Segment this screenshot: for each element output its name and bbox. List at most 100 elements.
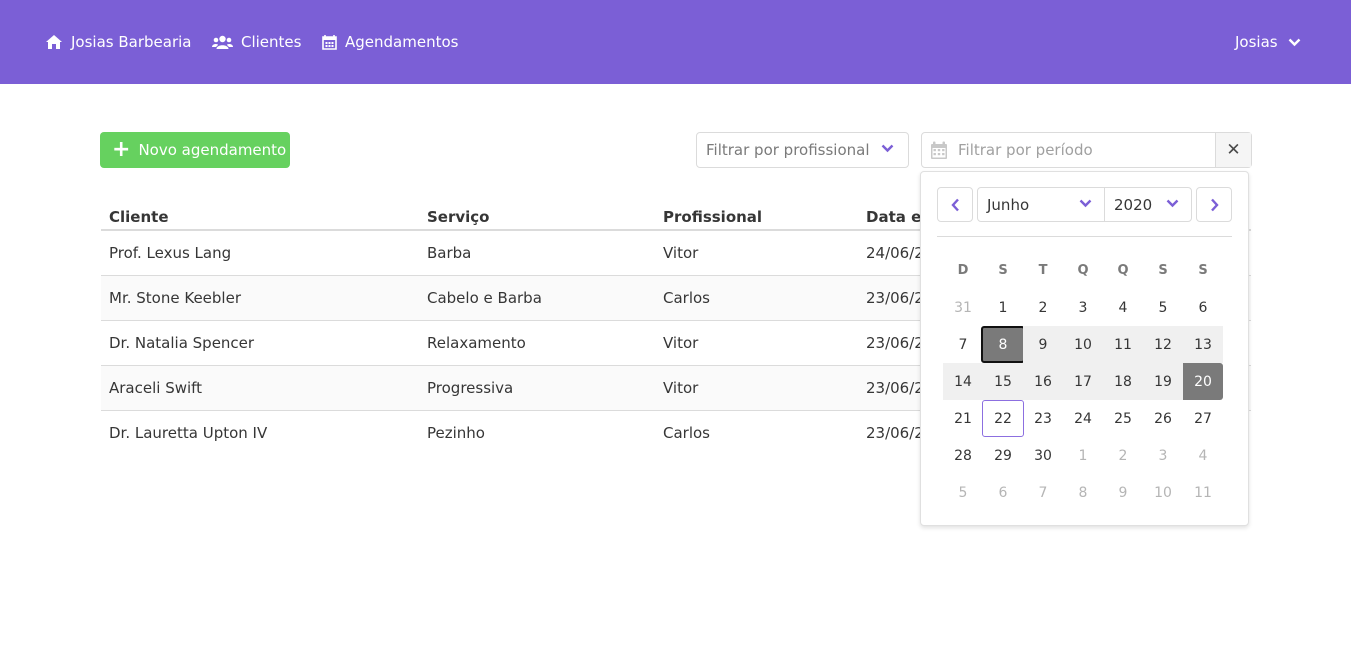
home-icon [46, 35, 62, 49]
calendar-day[interactable]: 27 [1183, 400, 1223, 437]
calendar-day[interactable]: 4 [1103, 289, 1143, 326]
calendar-day-range-end[interactable]: 20 [1183, 363, 1223, 400]
chevron-down-icon [1079, 199, 1092, 208]
calendar-week-row: 5 6 7 8 9 10 11 [943, 474, 1225, 511]
calendar-day[interactable]: 6 [1183, 289, 1223, 326]
calendar-icon [322, 35, 337, 50]
header-professional: Profissional [655, 200, 858, 231]
plus-icon: + [112, 137, 131, 162]
calendar-icon [931, 141, 947, 159]
calendar-week-row: 31 1 2 3 4 5 6 [943, 289, 1225, 326]
nav-clients-link[interactable]: Clientes [212, 31, 301, 53]
close-icon: ✕ [1226, 140, 1241, 160]
nav-home-label: Josias Barbearia [71, 33, 192, 51]
weekday-label: T [1038, 263, 1048, 278]
calendar-day[interactable]: 30 [1023, 437, 1063, 474]
calendar-day[interactable]: 6 [983, 474, 1023, 511]
cell-professional: Carlos [663, 423, 710, 442]
cell-service: Pezinho [427, 423, 485, 442]
period-filter-placeholder: Filtrar por período [958, 141, 1093, 159]
month-select-value: Junho [987, 195, 1030, 214]
next-month-button[interactable] [1196, 187, 1232, 222]
calendar-day-in-range[interactable]: 18 [1103, 363, 1143, 400]
calendar-day[interactable]: 9 [1103, 474, 1143, 511]
cell-service: Barba [419, 230, 655, 276]
calendar-day[interactable]: 23 [1023, 400, 1063, 437]
year-select-value: 2020 [1114, 195, 1153, 214]
calendar-week-row: 7 8 9 10 11 12 13 [943, 326, 1225, 363]
calendar-day-in-range[interactable]: 11 [1103, 326, 1143, 363]
calendar-day[interactable]: 24 [1063, 400, 1103, 437]
calendar-day[interactable]: 1 [1063, 437, 1103, 474]
calendar-day-today[interactable]: 22 [982, 400, 1024, 437]
top-navbar: Josias Barbearia Clientes Agendamentos J… [0, 0, 1351, 84]
calendar-day[interactable]: 1 [983, 289, 1023, 326]
calendar-day-in-range[interactable]: 12 [1143, 326, 1183, 363]
cell-professional: Vitor [655, 365, 858, 411]
month-select[interactable]: Junho [977, 187, 1105, 222]
calendar-day-in-range[interactable]: 16 [1023, 363, 1063, 400]
calendar-day[interactable]: 2 [1103, 437, 1143, 474]
new-appointment-label: Novo agendamento [138, 141, 287, 159]
weekday-label: S [998, 263, 1008, 278]
chevron-left-icon [950, 198, 959, 211]
cell-client: Dr. Natalia Spencer [101, 320, 419, 366]
weekday-label: S [1158, 263, 1168, 278]
cell-client: Prof. Lexus Lang [101, 230, 419, 276]
clear-period-button[interactable]: ✕ [1215, 133, 1251, 167]
calendar-day-in-range[interactable]: 9 [1023, 326, 1063, 363]
cell-professional: Vitor [655, 320, 858, 366]
calendar-day[interactable]: 26 [1143, 400, 1183, 437]
calendar-day[interactable]: 7 [1023, 474, 1063, 511]
calendar-day[interactable]: 28 [943, 437, 983, 474]
calendar-day-in-range[interactable]: 15 [983, 363, 1023, 400]
calendar-day[interactable]: 7 [943, 326, 983, 363]
professional-filter-select[interactable]: Filtrar por profissional [696, 132, 909, 168]
calendar-day[interactable]: 4 [1183, 437, 1223, 474]
calendar-day[interactable]: 5 [1143, 289, 1183, 326]
calendar-week-row: 21 22 23 24 25 26 27 [943, 400, 1225, 437]
calendar-day[interactable]: 3 [1143, 437, 1183, 474]
users-icon [212, 35, 233, 49]
cell-client: Dr. Lauretta Upton IV [109, 423, 268, 442]
calendar-day-in-range[interactable]: 19 [1143, 363, 1183, 400]
user-menu[interactable]: Josias [1235, 31, 1309, 53]
calendar-week-row: 28 29 30 1 2 3 4 [943, 437, 1225, 474]
new-appointment-button[interactable]: + Novo agendamento [100, 132, 290, 168]
calendar-day-in-range[interactable]: 14 [943, 363, 983, 400]
cell-professional: Vitor [655, 230, 858, 276]
year-select[interactable]: 2020 [1104, 187, 1192, 222]
calendar-day[interactable]: 25 [1103, 400, 1143, 437]
calendar-day-range-start[interactable]: 8 [981, 326, 1025, 363]
calendar-day[interactable]: 2 [1023, 289, 1063, 326]
cell-service: Progressiva [419, 365, 655, 411]
cell-client: Araceli Swift [101, 365, 419, 411]
chevron-down-icon [1166, 199, 1179, 208]
calendar-day[interactable]: 8 [1063, 474, 1103, 511]
calendar-day[interactable]: 31 [943, 289, 983, 326]
calendar-day[interactable]: 21 [943, 400, 983, 437]
calendar-day[interactable]: 29 [983, 437, 1023, 474]
calendar-day-in-range[interactable]: 17 [1063, 363, 1103, 400]
calendar-day-in-range[interactable]: 10 [1063, 326, 1103, 363]
header-client: Cliente [101, 200, 419, 231]
cell-professional: Carlos [655, 275, 858, 321]
calendar-day[interactable]: 11 [1183, 474, 1223, 511]
chevron-down-icon [881, 144, 894, 153]
period-filter-input[interactable]: Filtrar por período [922, 133, 1215, 167]
calendar-day[interactable]: 5 [943, 474, 983, 511]
date-range-picker: Junho 2020 D S T Q Q S S 31 1 2 3 4 5 6 … [920, 171, 1249, 526]
cell-client: Mr. Stone Keebler [101, 275, 419, 321]
calendar-day[interactable]: 3 [1063, 289, 1103, 326]
nav-appointments-link[interactable]: Agendamentos [322, 31, 458, 53]
professional-filter-placeholder: Filtrar por profissional [706, 141, 870, 159]
calendar-day-in-range[interactable]: 13 [1183, 326, 1223, 363]
previous-month-button[interactable] [937, 187, 973, 222]
calendar-day[interactable]: 10 [1143, 474, 1183, 511]
calendar-week-row: 14 15 16 17 18 19 20 [943, 363, 1225, 400]
header-service: Serviço [419, 200, 655, 231]
nav-home-link[interactable]: Josias Barbearia [45, 31, 191, 53]
chevron-right-icon [1210, 198, 1219, 211]
weekday-label: Q [1117, 263, 1129, 278]
chevron-down-icon [1288, 38, 1300, 46]
